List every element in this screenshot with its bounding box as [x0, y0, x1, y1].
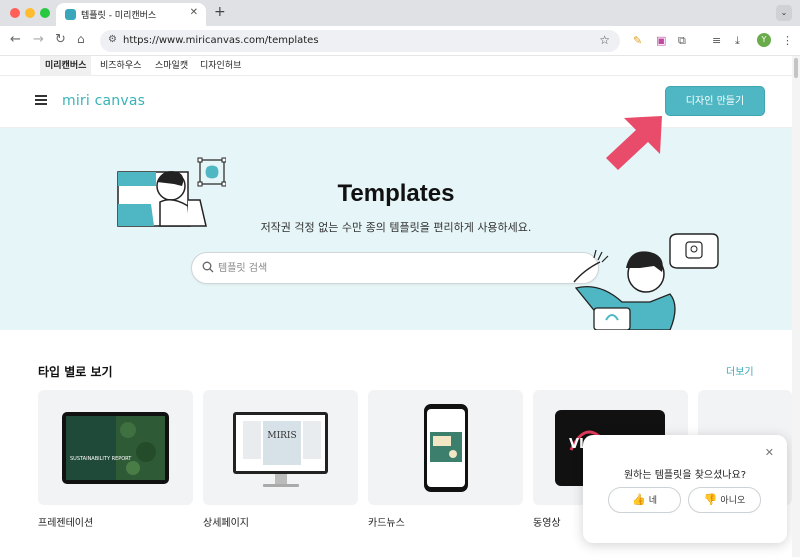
feedback-no-label: 아니오: [720, 496, 746, 506]
site-info-icon[interactable]: ⚙: [108, 34, 117, 45]
search-icon: [202, 261, 214, 273]
card-label-detail-page: 상세페이지: [203, 518, 249, 529]
detail-page-thumbnail: MIRIS: [233, 412, 328, 487]
url-text: https://www.miricanvas.com/templates: [123, 35, 319, 46]
browser-tab-bar: 템플릿 - 미리캔버스 ✕ + ⌄: [0, 0, 800, 26]
template-search-bar[interactable]: [191, 252, 599, 284]
presentation-thumbnail: SUSTAINABILITY REPORT: [62, 412, 169, 484]
download-icon[interactable]: ⤓: [735, 34, 740, 48]
service-tab-smilecat[interactable]: 스마일캣: [150, 56, 193, 76]
create-design-button[interactable]: 디자인 만들기: [665, 86, 765, 116]
service-tab-bizhows[interactable]: 비즈하우스: [95, 56, 146, 76]
presentation-thumb-text: SUSTAINABILITY REPORT: [70, 456, 132, 462]
bookmark-star-icon[interactable]: ☆: [599, 33, 610, 47]
more-link[interactable]: 더보기: [726, 363, 754, 378]
address-bar[interactable]: ⚙ https://www.miricanvas.com/templates ☆: [100, 30, 620, 52]
hero-banner: Templates 저작권 걱정 없는 수만 종의 템플릿을 편리하게 사용하세…: [0, 128, 792, 330]
scrollbar-thumb[interactable]: [794, 58, 798, 78]
profile-avatar[interactable]: Y: [757, 33, 771, 47]
miricanvas-logo[interactable]: miri canvas: [62, 93, 145, 109]
page-title: Templates: [337, 180, 455, 207]
type-card-presentation[interactable]: SUSTAINABILITY REPORT: [38, 390, 193, 505]
type-card-card-news[interactable]: [368, 390, 523, 505]
tab-close-icon[interactable]: ✕: [190, 7, 198, 18]
feedback-no-button[interactable]: 👎 아니오: [688, 487, 761, 513]
browser-toolbar: ← → ↻ ⌂ ⚙ https://www.miricanvas.com/tem…: [0, 26, 800, 56]
close-icon[interactable]: ✕: [765, 446, 774, 459]
extension-color-icon[interactable]: ▣: [656, 34, 666, 47]
card-label-video: 동영상: [533, 518, 561, 529]
feedback-popup: ✕ 원하는 템플릿을 찾으셨나요? 👍 네 👎 아니오: [583, 435, 787, 543]
home-icon[interactable]: ⌂: [77, 32, 85, 46]
thumbs-down-icon: 👎: [703, 493, 718, 506]
tab-search-icon[interactable]: ⌄: [776, 5, 792, 21]
card-label-card-news: 카드뉴스: [368, 518, 405, 529]
window-maximize-button[interactable]: [40, 8, 50, 18]
tab-title: 템플릿 - 미리캔버스: [81, 11, 157, 21]
favicon-icon: [65, 9, 76, 20]
person-waving-illustration: [573, 233, 719, 330]
media-queue-icon[interactable]: ≡: [712, 34, 721, 47]
reload-icon[interactable]: ↻: [55, 32, 66, 47]
back-icon[interactable]: ←: [10, 32, 21, 47]
feedback-question: 원하는 템플릿을 찾으셨나요?: [623, 470, 747, 481]
search-input[interactable]: [218, 259, 578, 277]
service-tab-miricanvas[interactable]: 미리캔버스: [40, 56, 92, 76]
window-minimize-button[interactable]: [25, 8, 35, 18]
scrollbar-track[interactable]: [792, 56, 800, 557]
menu-icon[interactable]: [35, 95, 47, 105]
forward-icon[interactable]: →: [33, 32, 44, 47]
extension-pen-icon[interactable]: ✎: [633, 34, 642, 47]
section-title: 타입 별로 보기: [38, 365, 113, 379]
type-card-detail-page[interactable]: MIRIS: [203, 390, 358, 505]
site-header: miri canvas 디자인 만들기: [0, 76, 792, 128]
window-close-button[interactable]: [10, 8, 20, 18]
feedback-yes-button[interactable]: 👍 네: [608, 487, 681, 513]
detail-thumb-text: MIRIS: [267, 431, 296, 441]
new-tab-button[interactable]: +: [214, 4, 226, 20]
service-tab-designhub[interactable]: 디자인허브: [195, 56, 246, 76]
pointer-arrow-icon: [606, 116, 662, 170]
card-news-thumbnail: [424, 404, 468, 492]
card-label-presentation: 프레젠테이션: [38, 518, 94, 529]
thumbs-up-icon: 👍: [632, 493, 646, 506]
feedback-yes-label: 네: [648, 496, 657, 506]
browser-tab[interactable]: 템플릿 - 미리캔버스 ✕: [56, 3, 206, 26]
browser-menu-icon[interactable]: ⋮: [782, 34, 793, 47]
extensions-puzzle-icon[interactable]: ⧉: [678, 34, 686, 48]
service-tabs: 미리캔버스 비즈하우스 스마일캣 디자인허브: [0, 56, 800, 76]
